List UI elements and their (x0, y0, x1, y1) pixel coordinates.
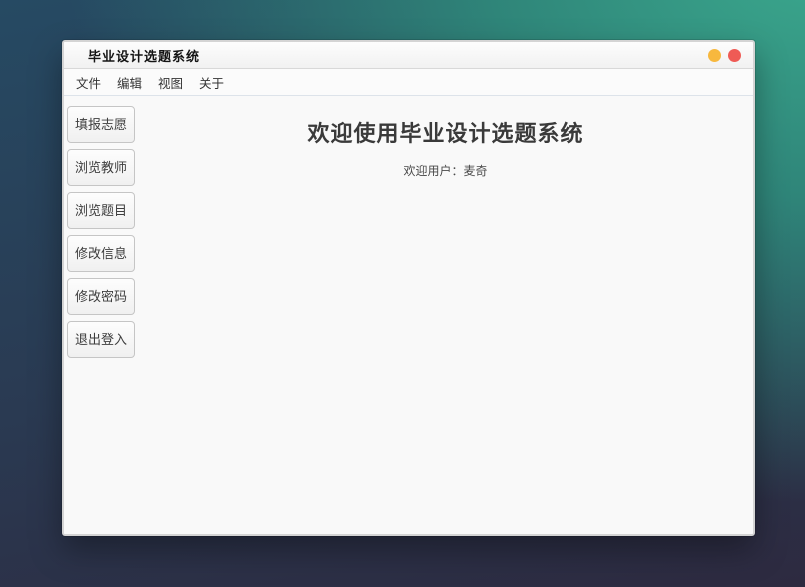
sidebar: 填报志愿 浏览教师 浏览题目 修改信息 修改密码 退出登入 (64, 96, 138, 534)
main-panel: 欢迎使用毕业设计选题系统 欢迎用户：麦奇 (138, 96, 753, 534)
app-window: 毕业设计选题系统 文件 编辑 视图 关于 填报志愿 浏览教师 浏览题目 修改信息… (62, 40, 755, 536)
welcome-heading: 欢迎使用毕业设计选题系统 (138, 116, 753, 148)
menu-item-about[interactable]: 关于 (191, 68, 232, 97)
welcome-user-text: 欢迎用户：麦奇 (138, 162, 753, 179)
close-button[interactable] (728, 49, 741, 62)
menu-item-view[interactable]: 视图 (150, 68, 191, 97)
window-controls (708, 49, 753, 62)
desktop-background: 毕业设计选题系统 文件 编辑 视图 关于 填报志愿 浏览教师 浏览题目 修改信息… (0, 0, 805, 587)
sidebar-item-browse-topics[interactable]: 浏览题目 (67, 192, 135, 229)
title-bar[interactable]: 毕业设计选题系统 (64, 42, 753, 69)
sidebar-item-change-password[interactable]: 修改密码 (67, 278, 135, 315)
sidebar-item-edit-info[interactable]: 修改信息 (67, 235, 135, 272)
sidebar-item-fill-preference[interactable]: 填报志愿 (67, 106, 135, 143)
window-content: 填报志愿 浏览教师 浏览题目 修改信息 修改密码 退出登入 欢迎使用毕业设计选题… (64, 96, 753, 534)
minimize-button[interactable] (708, 49, 721, 62)
sidebar-item-logout[interactable]: 退出登入 (67, 321, 135, 358)
menu-bar: 文件 编辑 视图 关于 (64, 69, 753, 96)
sidebar-item-browse-teachers[interactable]: 浏览教师 (67, 149, 135, 186)
menu-item-edit[interactable]: 编辑 (109, 68, 150, 97)
menu-item-file[interactable]: 文件 (68, 68, 109, 97)
window-title: 毕业设计选题系统 (64, 46, 200, 65)
